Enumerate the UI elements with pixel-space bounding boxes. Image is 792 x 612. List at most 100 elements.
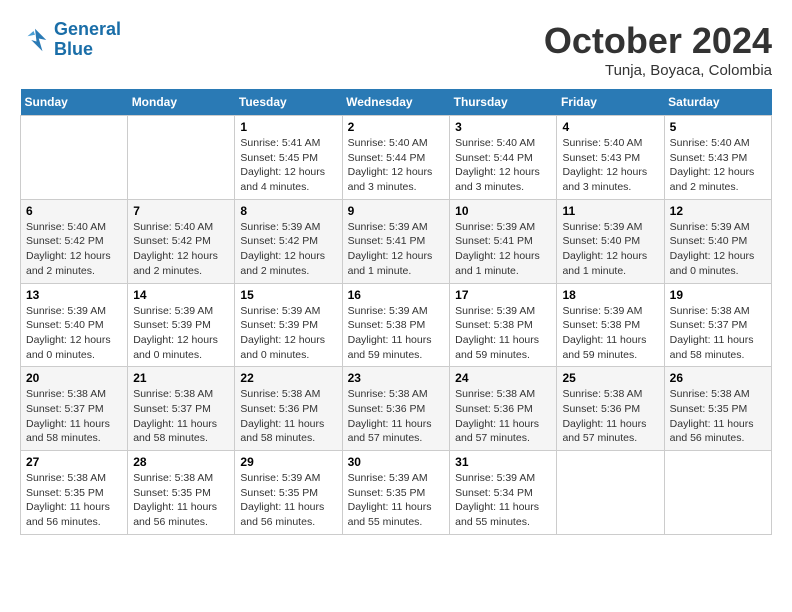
day-number: 19 [670, 288, 766, 302]
month-title: October 2024 [544, 20, 772, 62]
calendar-cell: 28 Sunrise: 5:38 AM Sunset: 5:35 PM Dayli… [128, 451, 235, 535]
day-info: Sunrise: 5:39 AM Sunset: 5:39 PM Dayligh… [240, 304, 336, 363]
calendar-cell: 6 Sunrise: 5:40 AM Sunset: 5:42 PM Daylig… [21, 199, 128, 283]
day-info: Sunrise: 5:40 AM Sunset: 5:43 PM Dayligh… [670, 136, 766, 195]
day-number: 5 [670, 120, 766, 134]
day-number: 13 [26, 288, 122, 302]
day-number: 30 [348, 455, 445, 469]
day-info: Sunrise: 5:39 AM Sunset: 5:34 PM Dayligh… [455, 471, 551, 530]
logo-icon [20, 25, 50, 55]
day-info: Sunrise: 5:38 AM Sunset: 5:36 PM Dayligh… [455, 387, 551, 446]
day-info: Sunrise: 5:40 AM Sunset: 5:42 PM Dayligh… [26, 220, 122, 279]
calendar-cell: 14Sunrise: 5:39 AM Sunset: 5:39 PM Dayli… [128, 283, 235, 367]
day-info: Sunrise: 5:39 AM Sunset: 5:38 PM Dayligh… [455, 304, 551, 363]
calendar-cell: 27Sunrise: 5:38 AM Sunset: 5:35 PM Dayli… [21, 451, 128, 535]
calendar-cell: 7 Sunrise: 5:40 AM Sunset: 5:42 PM Daylig… [128, 199, 235, 283]
weekday-header: Wednesday [342, 89, 450, 116]
day-number: 12 [670, 204, 766, 218]
calendar-cell: 30Sunrise: 5:39 AM Sunset: 5:35 PM Dayli… [342, 451, 450, 535]
logo-text: General Blue [54, 20, 121, 60]
day-number: 29 [240, 455, 336, 469]
day-number: 23 [348, 371, 445, 385]
day-number: 10 [455, 204, 551, 218]
calendar-cell: 21 Sunrise: 5:38 AM Sunset: 5:37 PM Dayli… [128, 367, 235, 451]
location-subtitle: Tunja, Boyaca, Colombia [544, 62, 772, 79]
day-info: Sunrise: 5:40 AM Sunset: 5:42 PM Dayligh… [133, 220, 229, 279]
day-info: Sunrise: 5:38 AM Sunset: 5:36 PM Dayligh… [240, 387, 336, 446]
calendar-cell [664, 451, 771, 535]
page-header: General Blue October 2024 Tunja, Boyaca,… [20, 20, 772, 79]
day-info: Sunrise: 5:38 AM Sunset: 5:35 PM Dayligh… [133, 471, 229, 530]
calendar-cell: 18Sunrise: 5:39 AM Sunset: 5:38 PM Dayli… [557, 283, 664, 367]
weekday-header: Friday [557, 89, 664, 116]
calendar-cell: 10 Sunrise: 5:39 AM Sunset: 5:41 PM Dayli… [450, 199, 557, 283]
day-info: Sunrise: 5:39 AM Sunset: 5:40 PM Dayligh… [670, 220, 766, 279]
calendar-cell: 20 Sunrise: 5:38 AM Sunset: 5:37 PM Dayli… [21, 367, 128, 451]
day-info: Sunrise: 5:39 AM Sunset: 5:42 PM Dayligh… [240, 220, 336, 279]
day-info: Sunrise: 5:38 AM Sunset: 5:37 PM Dayligh… [133, 387, 229, 446]
calendar-cell: 25 Sunrise: 5:38 AM Sunset: 5:36 PM Dayli… [557, 367, 664, 451]
calendar-cell: 16 Sunrise: 5:39 AM Sunset: 5:38 PM Dayli… [342, 283, 450, 367]
weekday-header: Sunday [21, 89, 128, 116]
day-number: 4 [562, 120, 658, 134]
day-number: 8 [240, 204, 336, 218]
day-number: 25 [562, 371, 658, 385]
calendar-cell [557, 451, 664, 535]
day-info: Sunrise: 5:38 AM Sunset: 5:36 PM Dayligh… [562, 387, 658, 446]
day-info: Sunrise: 5:41 AM Sunset: 5:45 PM Dayligh… [240, 136, 336, 195]
calendar-cell [21, 116, 128, 200]
day-number: 7 [133, 204, 229, 218]
weekday-header-row: SundayMondayTuesdayWednesdayThursdayFrid… [21, 89, 772, 116]
calendar-cell: 12 Sunrise: 5:39 AM Sunset: 5:40 PM Dayli… [664, 199, 771, 283]
calendar-week-row: 13 Sunrise: 5:39 AM Sunset: 5:40 PM Dayli… [21, 283, 772, 367]
day-info: Sunrise: 5:39 AM Sunset: 5:40 PM Dayligh… [562, 220, 658, 279]
calendar-cell: 8 Sunrise: 5:39 AM Sunset: 5:42 PM Daylig… [235, 199, 342, 283]
calendar-week-row: 27Sunrise: 5:38 AM Sunset: 5:35 PM Dayli… [21, 451, 772, 535]
calendar-cell: 9 Sunrise: 5:39 AM Sunset: 5:41 PM Daylig… [342, 199, 450, 283]
day-info: Sunrise: 5:39 AM Sunset: 5:41 PM Dayligh… [348, 220, 445, 279]
day-info: Sunrise: 5:38 AM Sunset: 5:35 PM Dayligh… [670, 387, 766, 446]
title-block: October 2024 Tunja, Boyaca, Colombia [544, 20, 772, 79]
weekday-header: Monday [128, 89, 235, 116]
weekday-header: Saturday [664, 89, 771, 116]
calendar-cell: 13 Sunrise: 5:39 AM Sunset: 5:40 PM Dayli… [21, 283, 128, 367]
calendar-week-row: 1Sunrise: 5:41 AM Sunset: 5:45 PM Daylig… [21, 116, 772, 200]
day-number: 21 [133, 371, 229, 385]
day-info: Sunrise: 5:39 AM Sunset: 5:38 PM Dayligh… [562, 304, 658, 363]
logo: General Blue [20, 20, 121, 60]
calendar-cell: 15 Sunrise: 5:39 AM Sunset: 5:39 PM Dayli… [235, 283, 342, 367]
day-number: 20 [26, 371, 122, 385]
day-number: 14 [133, 288, 229, 302]
day-info: Sunrise: 5:39 AM Sunset: 5:35 PM Dayligh… [240, 471, 336, 530]
calendar-week-row: 6 Sunrise: 5:40 AM Sunset: 5:42 PM Daylig… [21, 199, 772, 283]
calendar-table: SundayMondayTuesdayWednesdayThursdayFrid… [20, 89, 772, 535]
day-info: Sunrise: 5:40 AM Sunset: 5:44 PM Dayligh… [348, 136, 445, 195]
calendar-cell: 22 Sunrise: 5:38 AM Sunset: 5:36 PM Dayli… [235, 367, 342, 451]
calendar-cell: 5 Sunrise: 5:40 AM Sunset: 5:43 PM Daylig… [664, 116, 771, 200]
day-info: Sunrise: 5:40 AM Sunset: 5:43 PM Dayligh… [562, 136, 658, 195]
day-number: 2 [348, 120, 445, 134]
day-number: 15 [240, 288, 336, 302]
day-number: 11 [562, 204, 658, 218]
day-number: 17 [455, 288, 551, 302]
calendar-cell: 2 Sunrise: 5:40 AM Sunset: 5:44 PM Daylig… [342, 116, 450, 200]
day-info: Sunrise: 5:39 AM Sunset: 5:40 PM Dayligh… [26, 304, 122, 363]
day-number: 26 [670, 371, 766, 385]
day-info: Sunrise: 5:38 AM Sunset: 5:35 PM Dayligh… [26, 471, 122, 530]
day-info: Sunrise: 5:38 AM Sunset: 5:37 PM Dayligh… [26, 387, 122, 446]
day-number: 9 [348, 204, 445, 218]
day-info: Sunrise: 5:39 AM Sunset: 5:38 PM Dayligh… [348, 304, 445, 363]
calendar-cell: 19Sunrise: 5:38 AM Sunset: 5:37 PM Dayli… [664, 283, 771, 367]
calendar-cell: 11 Sunrise: 5:39 AM Sunset: 5:40 PM Dayli… [557, 199, 664, 283]
day-number: 22 [240, 371, 336, 385]
day-number: 3 [455, 120, 551, 134]
calendar-cell: 26 Sunrise: 5:38 AM Sunset: 5:35 PM Dayli… [664, 367, 771, 451]
day-number: 16 [348, 288, 445, 302]
day-info: Sunrise: 5:39 AM Sunset: 5:41 PM Dayligh… [455, 220, 551, 279]
day-number: 6 [26, 204, 122, 218]
day-number: 28 [133, 455, 229, 469]
day-number: 24 [455, 371, 551, 385]
calendar-cell: 4 Sunrise: 5:40 AM Sunset: 5:43 PM Daylig… [557, 116, 664, 200]
weekday-header: Thursday [450, 89, 557, 116]
day-info: Sunrise: 5:40 AM Sunset: 5:44 PM Dayligh… [455, 136, 551, 195]
